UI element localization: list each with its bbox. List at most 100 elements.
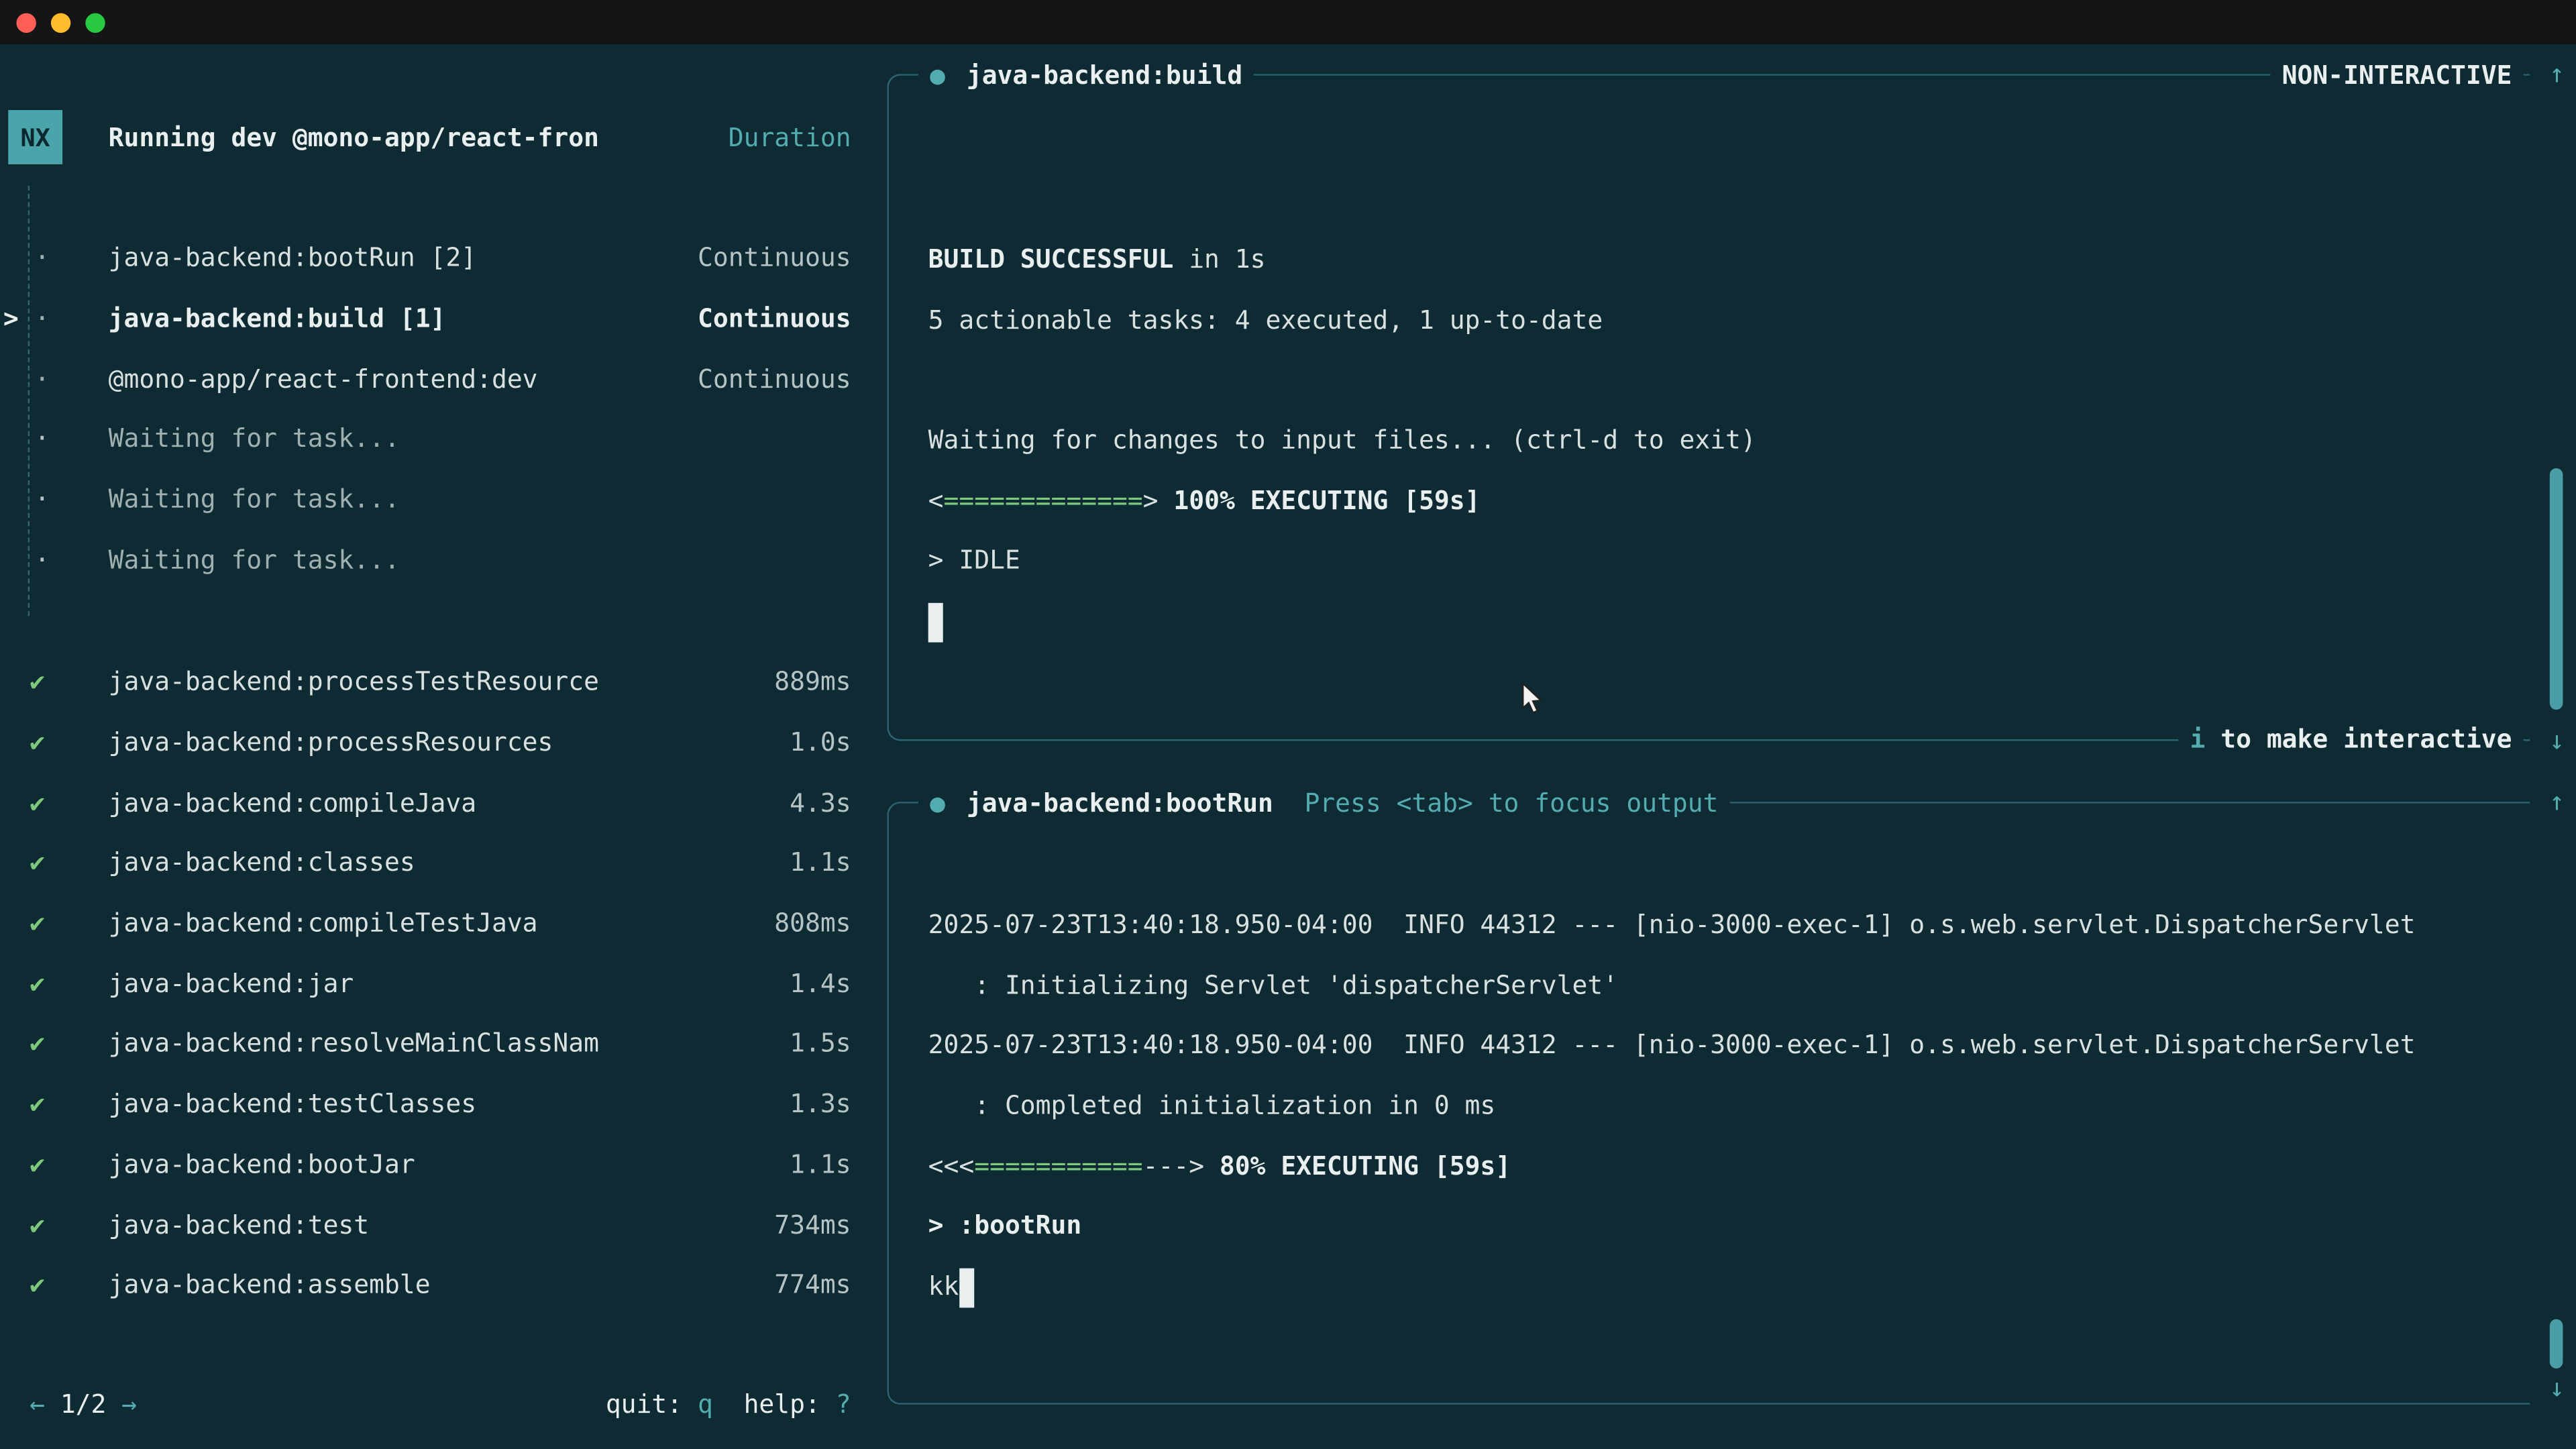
gradle-progress-line: <<<===========---> 80% EXECUTING [59s] xyxy=(928,1136,2530,1197)
selection-arrow-icon: > xyxy=(3,304,19,333)
non-interactive-badge: NON-INTERACTIVE xyxy=(2271,54,2524,97)
terminal-line: > :bootRun xyxy=(928,1197,2530,1257)
task-row[interactable]: ✔ java-backend:testClasses 1.3s xyxy=(0,1074,851,1134)
check-icon: ✔ xyxy=(30,1271,45,1300)
task-row-bootrun[interactable]: · java-backend:bootRun [2] Continuous xyxy=(0,228,851,288)
build-successful-text: BUILD SUCCESSFUL xyxy=(928,245,1174,274)
build-output-panel[interactable]: ●java-backend:build NON-INTERACTIVE BUIL… xyxy=(887,74,2530,741)
task-row[interactable]: ✔ java-backend:compileTestJava 808ms xyxy=(0,894,851,954)
task-name: java-backend:jar xyxy=(109,969,354,998)
waiting-task-row: · Waiting for task... xyxy=(0,530,851,590)
task-sidebar: NX Running dev @mono-app/react-fron Dura… xyxy=(0,44,887,1449)
build-time-text: in 1s xyxy=(1173,245,1265,274)
task-status: Continuous xyxy=(698,304,851,333)
task-row[interactable]: ✔ java-backend:compileJava 4.3s xyxy=(0,773,851,833)
quit-key[interactable]: q xyxy=(698,1391,713,1420)
task-row[interactable]: ✔ java-backend:processResources 1.0s xyxy=(0,712,851,773)
log-text: 2025-07-23T13:40:18.950-04:00 INFO 44312… xyxy=(928,1030,2416,1060)
page-indicator: 1/2 xyxy=(45,1391,121,1420)
task-duration: 774ms xyxy=(774,1271,851,1300)
tasks-summary-text: 5 actionable tasks: 4 executed, 1 up-to-… xyxy=(928,305,1603,335)
check-icon: ✔ xyxy=(30,849,45,878)
check-icon: ✔ xyxy=(30,728,45,757)
running-dot-icon: ● xyxy=(930,782,945,825)
task-duration: 1.3s xyxy=(790,1089,851,1119)
bootrun-prompt-text: > :bootRun xyxy=(928,1212,1082,1241)
task-row[interactable]: ✔ java-backend:processTestResource 889ms xyxy=(0,652,851,712)
task-duration: 1.4s xyxy=(790,969,851,998)
terminal-line xyxy=(928,592,2530,652)
task-row-build-selected[interactable]: > · java-backend:build [1] Continuous xyxy=(0,288,851,349)
terminal-window: NX Running dev @mono-app/react-fron Dura… xyxy=(0,0,2576,1449)
build-scrollbar[interactable] xyxy=(2550,468,2563,710)
check-icon: ✔ xyxy=(30,667,45,697)
help-key[interactable]: ? xyxy=(836,1391,851,1420)
terminal-line: BUILD SUCCESSFUL in 1s xyxy=(928,230,2530,290)
task-name: java-backend:bootRun [2] xyxy=(109,244,476,273)
bootrun-scroll-up-icon[interactable]: ↑ xyxy=(2549,780,2565,823)
progress-prefix: <<< xyxy=(928,1151,975,1181)
task-duration: 1.5s xyxy=(790,1029,851,1059)
titlebar xyxy=(0,0,2576,44)
progress-bar-fill: ============= xyxy=(944,486,1143,515)
check-icon: ✔ xyxy=(30,909,45,938)
terminal-cursor xyxy=(959,1268,974,1307)
spinner-icon: · xyxy=(34,304,50,333)
task-name: java-backend:testClasses xyxy=(109,1089,476,1119)
task-name: java-backend:compileJava xyxy=(109,788,476,818)
focus-output-hint: Press <tab> to focus output xyxy=(1304,782,1718,825)
check-icon: ✔ xyxy=(30,788,45,818)
task-row[interactable]: ✔ java-backend:test 734ms xyxy=(0,1195,851,1255)
build-scroll-down-icon[interactable]: ↓ xyxy=(2549,720,2565,763)
sidebar-title: Running dev @mono-app/react-fron xyxy=(109,122,599,152)
task-name: java-backend:build [1] xyxy=(109,304,446,333)
terminal-line: > IDLE xyxy=(928,531,2530,592)
terminal-line: kk xyxy=(928,1257,2530,1318)
task-name: @mono-app/react-frontend:dev xyxy=(109,364,538,394)
waiting-task-row: · Waiting for task... xyxy=(0,470,851,530)
task-row[interactable]: ✔ java-backend:resolveMainClassNam 1.5s xyxy=(0,1014,851,1074)
task-duration: 1.1s xyxy=(790,849,851,878)
duration-column-header: Duration xyxy=(729,122,851,152)
task-duration: 4.3s xyxy=(790,788,851,818)
interactive-hint-key[interactable]: i xyxy=(2190,724,2206,754)
mouse-cursor xyxy=(1521,682,1544,714)
sidebar-footer: ← 1/2 → quit: q help: ? xyxy=(0,1375,851,1436)
check-icon: ✔ xyxy=(30,1029,45,1059)
idle-text: > IDLE xyxy=(928,546,1020,576)
build-scroll-up-icon[interactable]: ↑ xyxy=(2549,52,2565,95)
task-duration: 808ms xyxy=(774,909,851,938)
waiting-for-changes-text: Waiting for changes to input files... (c… xyxy=(928,425,1756,455)
log-line: : Completed initialization in 0 ms xyxy=(928,1076,2530,1136)
close-button[interactable] xyxy=(16,12,36,32)
bootrun-panel-title: java-backend:bootRun xyxy=(967,782,1273,825)
page-right-arrow[interactable]: → xyxy=(121,1391,137,1420)
log-text: : Completed initialization in 0 ms xyxy=(928,1091,1496,1120)
zoom-button[interactable] xyxy=(85,12,105,32)
minimize-button[interactable] xyxy=(51,12,70,32)
build-panel-title-group: ●java-backend:build xyxy=(918,54,1254,97)
log-text: : Initializing Servlet 'dispatcherServle… xyxy=(928,971,1618,1000)
bootrun-scrollbar[interactable] xyxy=(2550,1320,2563,1368)
task-name: java-backend:classes xyxy=(109,849,415,878)
bootrun-output-panel[interactable]: ●java-backend:bootRunPress <tab> to focu… xyxy=(887,802,2530,1405)
build-panel-title: java-backend:build xyxy=(967,54,1242,97)
screen: NX Running dev @mono-app/react-fron Dura… xyxy=(0,0,2576,1449)
nx-tui: NX Running dev @mono-app/react-fron Dura… xyxy=(0,44,2576,1449)
task-row[interactable]: ✔ java-backend:bootJar 1.1s xyxy=(0,1134,851,1195)
task-row[interactable]: ✔ java-backend:classes 1.1s xyxy=(0,833,851,894)
running-task-list: · java-backend:bootRun [2] Continuous > … xyxy=(0,228,851,590)
task-name: java-backend:resolveMainClassNam xyxy=(109,1029,599,1059)
task-row[interactable]: ✔ java-backend:assemble 774ms xyxy=(0,1255,851,1316)
terminal-cursor xyxy=(928,602,944,642)
gradle-progress-line: <=============> 100% EXECUTING [59s] xyxy=(928,471,2530,531)
page-left-arrow[interactable]: ← xyxy=(30,1391,45,1420)
task-name: java-backend:compileTestJava xyxy=(109,909,538,938)
log-line: 2025-07-23T13:40:18.950-04:00 INFO 44312… xyxy=(928,1016,2530,1076)
task-row[interactable]: ✔ java-backend:jar 1.4s xyxy=(0,953,851,1014)
waiting-label: Waiting for task... xyxy=(109,425,400,454)
bullet-icon: · xyxy=(34,425,50,454)
bootrun-scroll-down-icon[interactable]: ↓ xyxy=(2549,1367,2565,1410)
log-text: 2025-07-23T13:40:18.950-04:00 INFO 44312… xyxy=(928,910,2416,940)
task-row-frontend-dev[interactable]: · @mono-app/react-frontend:dev Continuou… xyxy=(0,349,851,409)
